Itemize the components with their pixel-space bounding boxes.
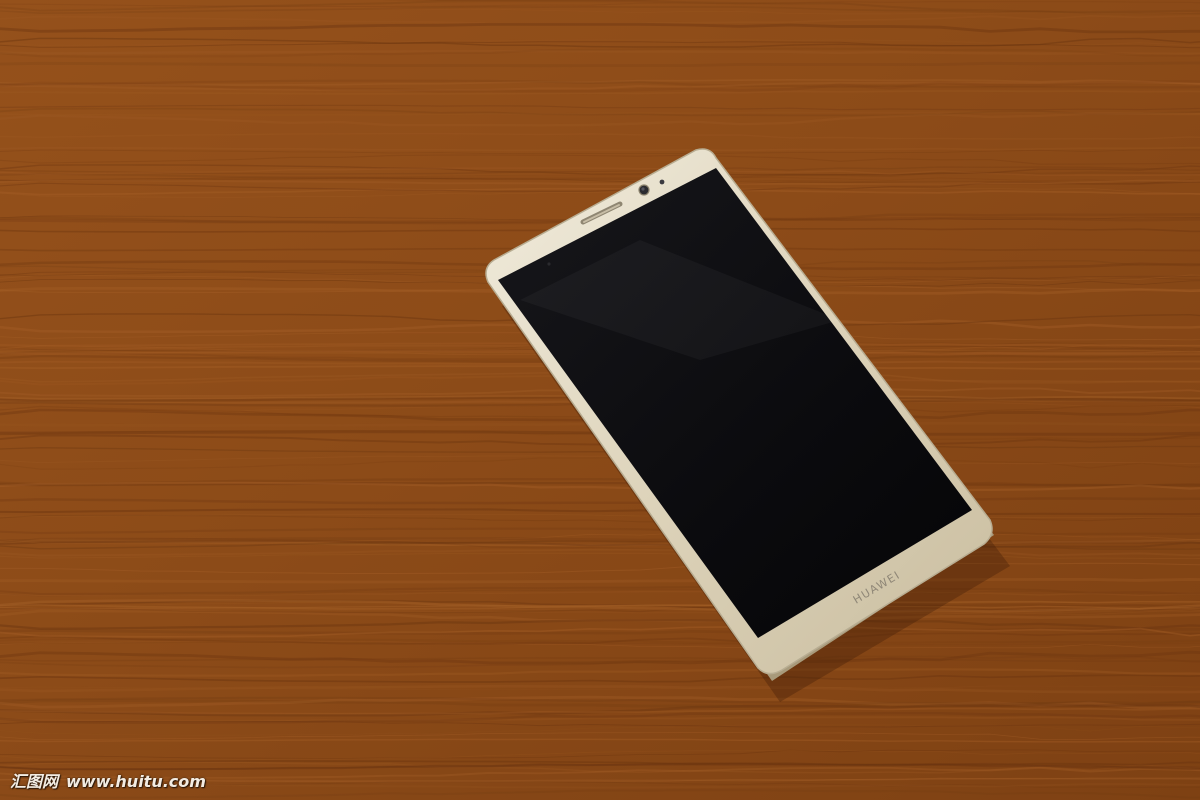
watermark: 汇图网 www.huitu.com bbox=[10, 768, 206, 792]
watermark-site-name: 汇图网 bbox=[10, 772, 59, 791]
notification-led-icon bbox=[547, 262, 551, 266]
proximity-sensor-icon bbox=[659, 179, 665, 185]
photo-canvas: HUAWEI bbox=[0, 0, 1200, 800]
photo-scene: HUAWEI 汇图网 www.huitu.com bbox=[0, 0, 1200, 800]
watermark-site-url: www.huitu.com bbox=[66, 772, 206, 791]
